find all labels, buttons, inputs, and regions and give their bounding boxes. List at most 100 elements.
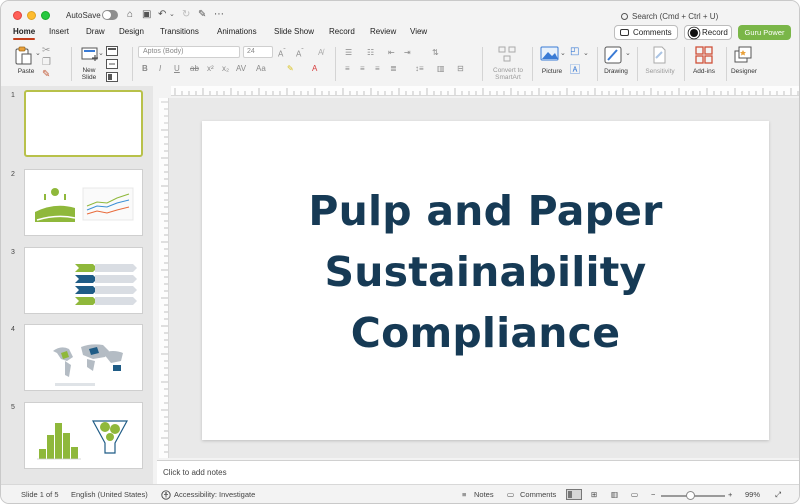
clear-formatting-icon[interactable]: A̸ [318, 48, 323, 57]
more-icon[interactable]: ⋯ [214, 9, 224, 21]
copy-icon[interactable]: ❐ [42, 57, 51, 69]
decrease-font-icon[interactable]: Aˇ [296, 48, 304, 59]
section-icon[interactable] [106, 72, 118, 82]
bold-icon[interactable]: B [142, 64, 148, 74]
drawing-icon[interactable] [604, 46, 624, 64]
underline-icon[interactable]: U [174, 64, 180, 74]
notes-toggle-label[interactable]: Notes [474, 490, 494, 499]
slide-thumbnail-1[interactable] [24, 90, 143, 157]
decrease-indent-icon[interactable]: ⇤ [388, 48, 395, 58]
tab-record[interactable]: Record [329, 27, 355, 36]
home-icon[interactable]: ⌂ [127, 9, 133, 21]
numbering-icon[interactable]: ☷ [367, 48, 374, 58]
layout-icon[interactable] [106, 46, 118, 56]
comments-button[interactable]: Comments [614, 25, 678, 40]
smartart-icon[interactable] [498, 46, 516, 62]
language-status[interactable]: English (United States) [71, 490, 148, 499]
tab-slide-show[interactable]: Slide Show [274, 27, 314, 36]
shapes-dropdown-icon[interactable]: ⌄ [583, 48, 589, 60]
autosave-toggle[interactable] [102, 10, 118, 20]
increase-font-icon[interactable]: Aˆ [278, 48, 286, 59]
reading-view-icon[interactable]: ▥ [611, 490, 618, 499]
search-field[interactable]: Search (Cmd + Ctrl + U) [621, 10, 733, 24]
zoom-window-button[interactable] [41, 11, 50, 20]
highlight-icon[interactable]: ✎ [287, 64, 294, 74]
picture-dropdown-icon[interactable]: ⌄ [560, 48, 566, 60]
align-left-icon[interactable]: ≡ [345, 64, 350, 74]
bullets-icon[interactable]: ☰ [345, 48, 352, 58]
tab-design[interactable]: Design [119, 27, 144, 36]
tab-view[interactable]: View [410, 27, 427, 36]
tab-animations[interactable]: Animations [217, 27, 257, 36]
comments-toggle-icon[interactable]: ▭ [507, 490, 514, 499]
zoom-in-icon[interactable]: + [728, 490, 732, 499]
increase-indent-icon[interactable]: ⇥ [404, 48, 411, 58]
designer-icon[interactable] [734, 46, 752, 64]
new-slide-dropdown-icon[interactable]: ⌄ [98, 48, 104, 60]
notes-pane[interactable]: Click to add notes [157, 460, 799, 484]
shapes-icon[interactable]: ◰ [570, 46, 579, 58]
line-spacing-icon[interactable]: ↕≡ [415, 64, 424, 74]
slide-show-view-icon[interactable]: ▭ [631, 490, 638, 499]
slide-sorter-view-icon[interactable]: ⊞ [591, 490, 597, 499]
slide-thumbnail-2[interactable] [24, 169, 143, 236]
paste-dropdown-icon[interactable]: ⌄ [35, 48, 41, 60]
zoom-slider-handle[interactable] [686, 491, 695, 500]
italic-icon[interactable]: I [159, 64, 161, 74]
notes-toggle-icon[interactable]: ≡ [462, 490, 466, 499]
slide-title[interactable]: Pulp and Paper Sustainability Compliance [202, 181, 769, 364]
tab-transitions[interactable]: Transitions [160, 27, 199, 36]
redo-icon[interactable]: ↻ [182, 9, 190, 21]
paste-icon[interactable] [13, 46, 33, 66]
font-color-icon[interactable]: A [312, 64, 317, 74]
accessibility-icon[interactable] [161, 490, 171, 500]
align-right-icon[interactable]: ≡ [375, 64, 380, 74]
align-text-icon[interactable]: ⊟ [457, 64, 464, 74]
horizontal-ruler[interactable] [171, 86, 799, 96]
columns-icon[interactable]: ▥ [437, 64, 445, 74]
slide-thumbnail-5[interactable] [24, 402, 143, 469]
slide-thumbnails-panel[interactable]: 1 2 3 4 5 [1, 86, 153, 484]
zoom-out-icon[interactable]: − [651, 490, 655, 499]
cut-icon[interactable]: ✂ [42, 45, 50, 57]
vertical-ruler[interactable] [159, 98, 169, 458]
minimize-window-button[interactable] [27, 11, 36, 20]
slide-thumbnail-3[interactable] [24, 247, 143, 314]
undo-dropdown-icon[interactable]: ⌄ [169, 9, 175, 21]
close-window-button[interactable] [13, 11, 22, 20]
tab-review[interactable]: Review [370, 27, 396, 36]
align-center-icon[interactable]: ≡ [360, 64, 365, 74]
drawing-dropdown-icon[interactable]: ⌄ [625, 48, 631, 60]
strikethrough-icon[interactable]: ab [190, 64, 199, 74]
character-spacing-icon[interactable]: AV [236, 64, 246, 74]
text-direction-icon[interactable]: ⇅ [432, 48, 439, 58]
fit-slide-icon[interactable]: ⤢ [775, 490, 781, 500]
format-painter-brush-icon[interactable]: ✎ [42, 69, 50, 81]
record-button[interactable]: Record [684, 25, 732, 40]
format-painter-icon[interactable]: ✎ [198, 9, 206, 21]
sensitivity-icon[interactable] [651, 46, 667, 64]
font-name-field[interactable]: Aptos (Body) [138, 46, 240, 58]
undo-icon[interactable]: ↶ [158, 9, 166, 21]
picture-icon[interactable] [540, 46, 560, 62]
change-case-icon[interactable]: Aa [256, 64, 266, 74]
subscript-icon[interactable]: x₂ [222, 64, 229, 74]
add-ins-icon[interactable] [695, 46, 713, 64]
slide-thumbnail-4[interactable] [24, 324, 143, 391]
justify-icon[interactable]: ≣ [390, 64, 397, 74]
reset-icon[interactable] [106, 59, 118, 69]
guru-power-button[interactable]: Guru Power [738, 25, 791, 40]
accessibility-status[interactable]: Accessibility: Investigate [174, 490, 255, 499]
save-icon[interactable]: ▣ [142, 9, 151, 21]
tab-home[interactable]: Home [13, 27, 36, 40]
new-slide-icon[interactable] [81, 46, 99, 64]
comments-toggle-label[interactable]: Comments [520, 490, 556, 499]
superscript-icon[interactable]: x² [207, 64, 214, 74]
tab-insert[interactable]: Insert [49, 27, 69, 36]
normal-view-icon[interactable] [566, 489, 582, 500]
current-slide[interactable]: Pulp and Paper Sustainability Compliance [202, 121, 769, 440]
zoom-level[interactable]: 99% [745, 490, 760, 499]
tab-draw[interactable]: Draw [86, 27, 105, 36]
font-size-field[interactable]: 24 [243, 46, 273, 58]
text-box-icon[interactable]: 🄰 [570, 65, 580, 77]
